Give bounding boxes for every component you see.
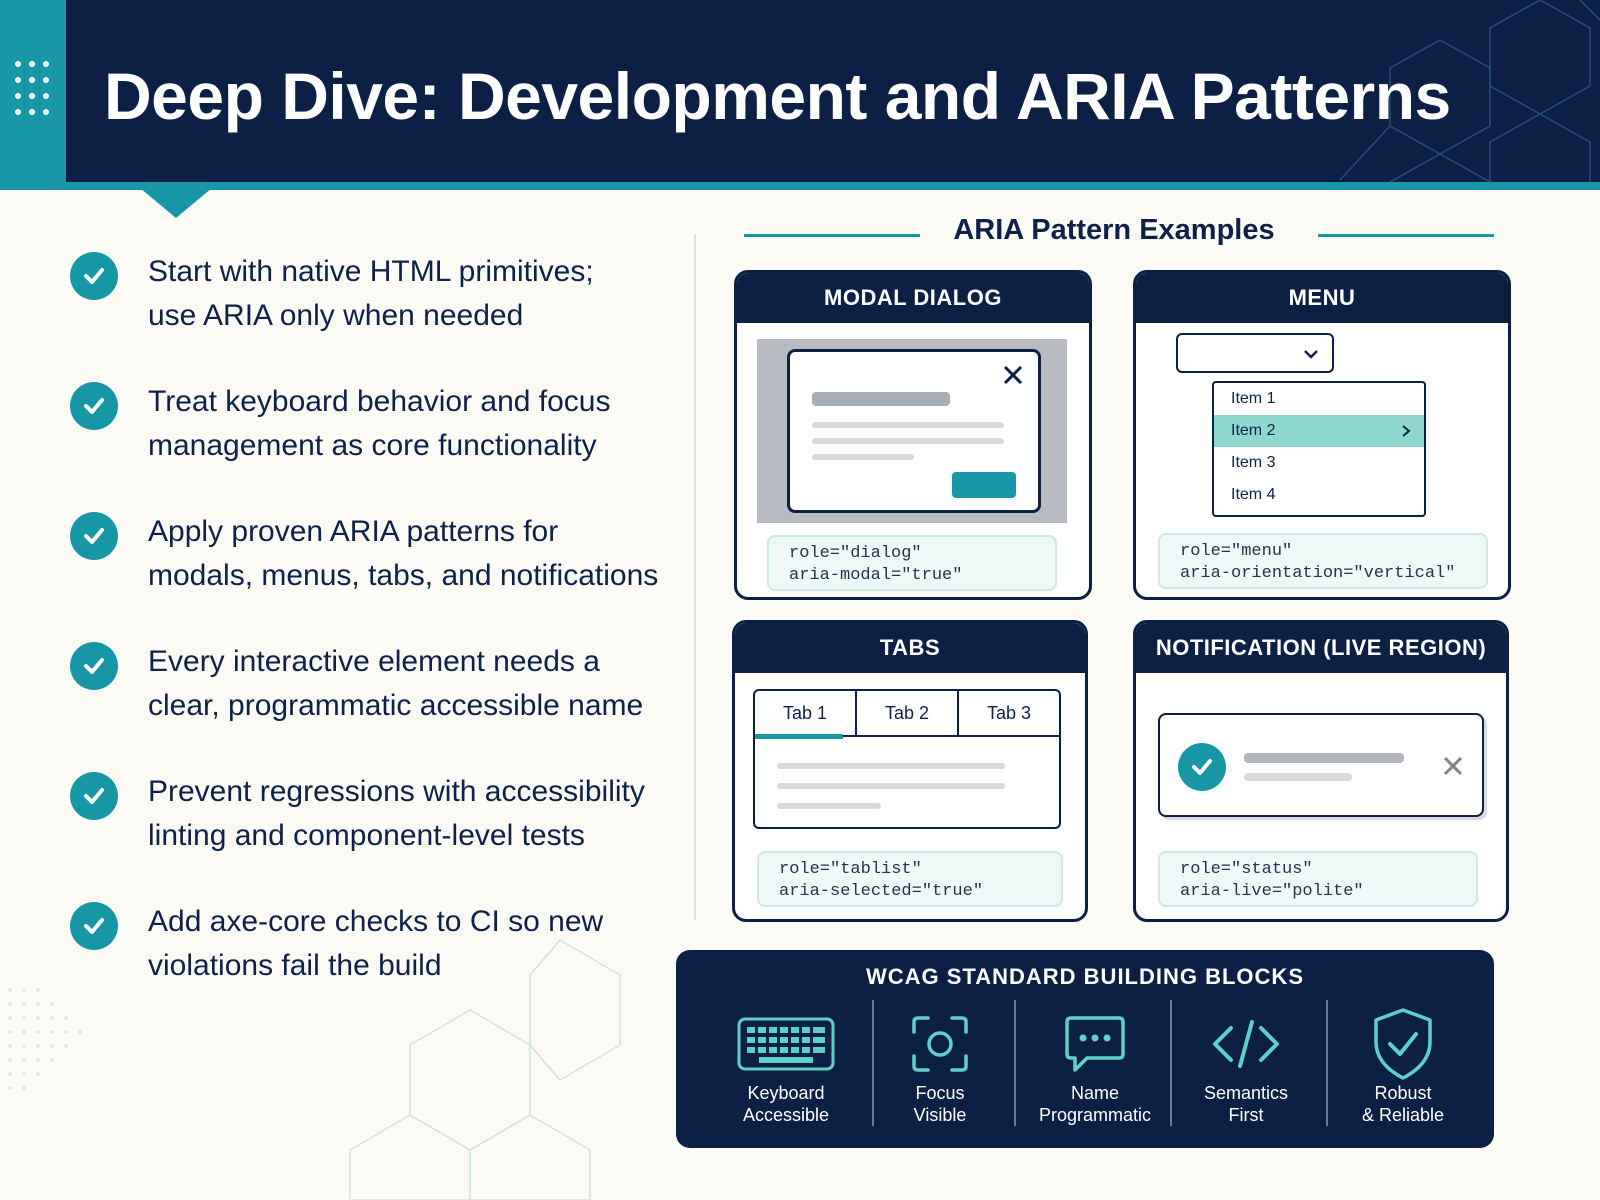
- wcag-item-robust: Robust & Reliable: [1332, 1006, 1474, 1126]
- wcag-item-name: Name Programmatic: [1022, 1006, 1168, 1126]
- wcag-item-semantics: Semantics First: [1176, 1006, 1316, 1126]
- notification-code-snippet: role="status" aria-live="polite": [1158, 851, 1478, 907]
- focus-icon: [912, 1016, 968, 1072]
- check-circle-icon: [70, 382, 118, 430]
- check-circle-icon: [1178, 743, 1226, 791]
- bullet-item: Treat keyboard behavior and focus managem…: [70, 380, 670, 510]
- tab-panel-placeholder: [777, 803, 881, 809]
- menu-item-active[interactable]: Item 2: [1214, 415, 1424, 447]
- tabs-code-snippet: role="tablist" aria-selected="true": [757, 851, 1063, 907]
- dots-decoration: [15, 61, 49, 115]
- bullet-text: Start with native HTML primitives; use AR…: [148, 255, 594, 332]
- tab-list: Tab 1 Tab 2 Tab 3: [755, 691, 1059, 739]
- notification-text-placeholder: [1244, 753, 1404, 763]
- wcag-separator: [1014, 1000, 1016, 1126]
- modal-text-placeholder: [812, 454, 914, 460]
- chevron-down-icon: [1304, 350, 1318, 359]
- modal-backdrop: [757, 339, 1067, 523]
- check-circle-icon: [70, 252, 118, 300]
- tab-1[interactable]: Tab 1: [755, 691, 857, 739]
- modal-dialog-card: MODAL DIALOG role="dialog" aria-modal="t…: [734, 270, 1092, 600]
- chevron-right-icon: [1402, 425, 1411, 437]
- code-icon: [1213, 1020, 1279, 1068]
- check-circle-icon: [70, 772, 118, 820]
- close-icon[interactable]: [1442, 755, 1464, 777]
- keyboard-icon: [737, 1017, 835, 1071]
- bullet-text: Treat keyboard behavior and focus managem…: [148, 385, 611, 462]
- tabs-frame: Tab 1 Tab 2 Tab 3: [753, 689, 1061, 829]
- chat-bubble-icon: [1065, 1016, 1125, 1072]
- modal-text-placeholder: [812, 438, 1004, 444]
- tab-panel-placeholder: [777, 763, 1005, 769]
- bullet-text: Prevent regressions with accessibility li…: [148, 775, 645, 852]
- check-circle-icon: [70, 902, 118, 950]
- bullet-text: Add axe-core checks to CI so new violatio…: [148, 905, 604, 982]
- modal-code-snippet: role="dialog" aria-modal="true": [767, 535, 1057, 591]
- wcag-separator: [872, 1000, 874, 1126]
- notification-text-placeholder: [1244, 773, 1352, 781]
- column-divider: [694, 234, 696, 920]
- card-title: NOTIFICATION (LIVE REGION): [1136, 623, 1506, 673]
- wcag-separator: [1326, 1000, 1328, 1126]
- card-title: TABS: [735, 623, 1085, 673]
- menu-code-snippet: role="menu" aria-orientation="vertical": [1158, 533, 1488, 589]
- tab-2[interactable]: Tab 2: [857, 691, 959, 735]
- card-title: MODAL DIALOG: [737, 273, 1089, 323]
- wcag-separator: [1170, 1000, 1172, 1126]
- bullet-item: Add axe-core checks to CI so new violatio…: [70, 900, 670, 1030]
- notification-toast: [1158, 713, 1484, 817]
- bullet-text: Apply proven ARIA patterns for modals, me…: [148, 515, 659, 592]
- bullet-item: Every interactive element needs a clear, …: [70, 640, 670, 770]
- header-notch: [140, 188, 212, 218]
- header-stripe: [0, 182, 1600, 190]
- title-rule-right: [1318, 234, 1494, 237]
- bullet-item: Prevent regressions with accessibility li…: [70, 770, 670, 900]
- page-title: Deep Dive: Development and ARIA Patterns: [104, 59, 1451, 133]
- notification-card: NOTIFICATION (LIVE REGION) role="status"…: [1133, 620, 1509, 922]
- check-circle-icon: [70, 642, 118, 690]
- menu-card: MENU Item 1 Item 2 Item 3 Item 4 role="m…: [1133, 270, 1511, 600]
- modal-window: [787, 349, 1041, 513]
- tab-panel-placeholder: [777, 783, 1005, 789]
- bullet-item: Start with native HTML primitives; use AR…: [70, 250, 670, 380]
- menu-item[interactable]: Item 4: [1214, 479, 1424, 511]
- shield-check-icon: [1374, 1008, 1432, 1080]
- tab-3[interactable]: Tab 3: [959, 691, 1059, 735]
- wcag-panel: WCAG STANDARD BUILDING BLOCKS Keyboard A…: [676, 950, 1494, 1148]
- bullet-text: Every interactive element needs a clear, …: [148, 645, 644, 722]
- menu-item[interactable]: Item 3: [1214, 447, 1424, 479]
- tabs-card: TABS Tab 1 Tab 2 Tab 3 role="tablist" ar…: [732, 620, 1088, 922]
- wcag-item-focus: Focus Visible: [880, 1006, 1000, 1126]
- check-circle-icon: [70, 512, 118, 560]
- wcag-item-keyboard: Keyboard Accessible: [716, 1006, 856, 1126]
- section-title: ARIA Pattern Examples: [953, 214, 1275, 246]
- modal-text-placeholder: [812, 422, 1004, 428]
- modal-heading-placeholder: [812, 392, 950, 406]
- menu-dropdown-trigger[interactable]: [1176, 333, 1334, 373]
- menu-list: Item 1 Item 2 Item 3 Item 4: [1212, 381, 1426, 517]
- bullet-list: Start with native HTML primitives; use AR…: [70, 250, 670, 1030]
- header-banner: Deep Dive: Development and ARIA Patterns: [0, 0, 1600, 190]
- modal-primary-button[interactable]: [952, 472, 1016, 498]
- card-title: MENU: [1136, 273, 1508, 323]
- wcag-title: WCAG STANDARD BUILDING BLOCKS: [865, 964, 1304, 989]
- menu-item[interactable]: Item 1: [1214, 383, 1424, 415]
- close-icon[interactable]: [1002, 364, 1024, 386]
- bullet-item: Apply proven ARIA patterns for modals, me…: [70, 510, 670, 640]
